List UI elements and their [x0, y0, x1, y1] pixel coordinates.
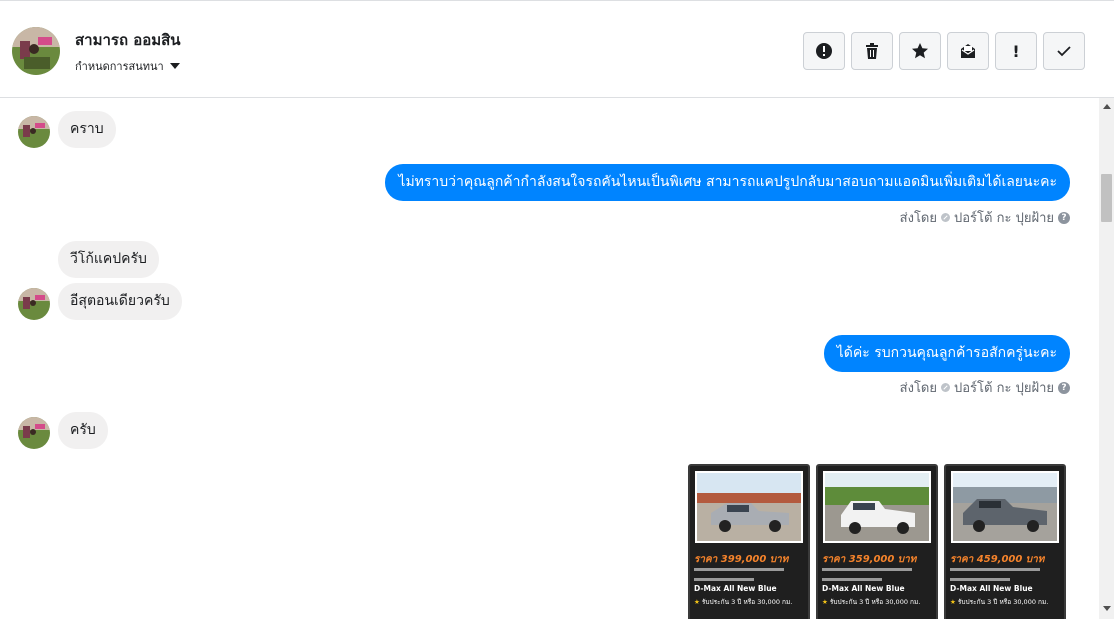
car-model: D-Max All New Blue [694, 584, 777, 593]
card-detail-line [950, 578, 1010, 581]
outgoing-message[interactable]: ได้ค่ะ รบกวนคุณลูกค้ารอสักครู่นะคะ [823, 335, 1070, 372]
car-model: D-Max All New Blue [822, 584, 905, 593]
check-icon [1057, 46, 1071, 57]
car-card[interactable]: ราคา 399,000 บาท D-Max All New Blue ★ รั… [688, 464, 810, 619]
mark-unread-button[interactable] [947, 32, 989, 70]
car-warranty: ★ รับประกัน 3 ปี หรือ 30,000 กม. [950, 598, 1049, 606]
car-card[interactable]: ราคา 359,000 บาท D-Max All New Blue ★ รั… [816, 464, 938, 619]
trash-icon [866, 43, 878, 59]
scroll-thumb[interactable] [1101, 174, 1112, 222]
envelope-icon [961, 44, 975, 58]
incoming-message[interactable]: ครับ [58, 412, 108, 449]
car-model: D-Max All New Blue [950, 584, 1033, 593]
follow-up-button[interactable]: ! [995, 32, 1037, 70]
incoming-message[interactable]: อีสุตอนเดียวครับ [58, 283, 182, 320]
alert-circle-icon [816, 43, 832, 59]
sent-by-prefix: ส่งโดย [899, 211, 937, 226]
conversation-settings-label: กำหนดการสนทนา [75, 60, 164, 73]
card-detail-line [950, 568, 1040, 571]
sent-by-prefix: ส่งโดย [899, 381, 937, 396]
contact-name[interactable]: สามารถ ออมสิน [75, 28, 181, 52]
caret-down-icon [169, 63, 180, 69]
header-actions: ! [803, 32, 1085, 70]
delete-button[interactable] [851, 32, 893, 70]
card-detail-line [694, 578, 754, 581]
outgoing-message[interactable]: ไม่ทราบว่าคุณลูกค้ากำลังสนใจรถคันไหนเป็น… [385, 164, 1070, 201]
verified-icon [941, 213, 950, 222]
spam-button[interactable] [803, 32, 845, 70]
sent-by-info: ส่งโดย ปอร์โต้ กะ ปุยฝ้าย ? [900, 377, 1070, 398]
car-price: ราคา 459,000 บาท [950, 554, 1045, 565]
thread-scrollbar[interactable] [1099, 98, 1114, 619]
sender-avatar[interactable] [18, 116, 50, 148]
scroll-down-arrow-icon[interactable] [1103, 606, 1111, 611]
car-photo [951, 471, 1059, 543]
star-icon [912, 43, 928, 59]
star-button[interactable] [899, 32, 941, 70]
car-photo [695, 471, 803, 543]
car-card[interactable]: ราคา 459,000 บาท D-Max All New Blue ★ รั… [944, 464, 1066, 619]
sent-by-agent: ปอร์โต้ กะ ปุยฝ้าย [954, 381, 1054, 396]
incoming-message[interactable]: คราบ [58, 111, 116, 148]
sent-by-agent: ปอร์โต้ กะ ปุยฝ้าย [954, 211, 1054, 226]
car-warranty: ★ รับประกัน 3 ปี หรือ 30,000 กม. [694, 598, 793, 606]
car-warranty: ★ รับประกัน 3 ปี หรือ 30,000 กม. [822, 598, 921, 606]
conversation-header: สามารถ ออมสิน กำหนดการสนทนา ! [0, 0, 1114, 98]
card-detail-line [694, 568, 784, 571]
exclamation-icon: ! [1012, 41, 1020, 61]
car-price: ราคา 399,000 บาท [694, 554, 789, 565]
sender-avatar[interactable] [18, 288, 50, 320]
help-icon[interactable]: ? [1058, 381, 1070, 394]
verified-icon [941, 383, 950, 392]
message-thread[interactable]: คราบ ไม่ทราบว่าคุณลูกค้ากำลังสนใจรถคันไห… [0, 98, 1099, 619]
conversation-settings-dropdown[interactable]: กำหนดการสนทนา [75, 57, 180, 75]
card-detail-line [822, 568, 912, 571]
scroll-up-arrow-icon[interactable] [1103, 104, 1111, 109]
contact-avatar[interactable] [12, 27, 60, 75]
sent-by-info: ส่งโดย ปอร์โต้ กะ ปุยฝ้าย ? [900, 207, 1070, 228]
done-button[interactable] [1043, 32, 1085, 70]
incoming-message[interactable]: วีโก้แคปครับ [58, 241, 159, 278]
card-detail-line [822, 578, 882, 581]
car-image-attachments: ราคา 399,000 บาท D-Max All New Blue ★ รั… [688, 464, 1066, 619]
car-price: ราคา 359,000 บาท [822, 554, 917, 565]
car-photo [823, 471, 931, 543]
sender-avatar[interactable] [18, 417, 50, 449]
help-icon[interactable]: ? [1058, 211, 1070, 224]
